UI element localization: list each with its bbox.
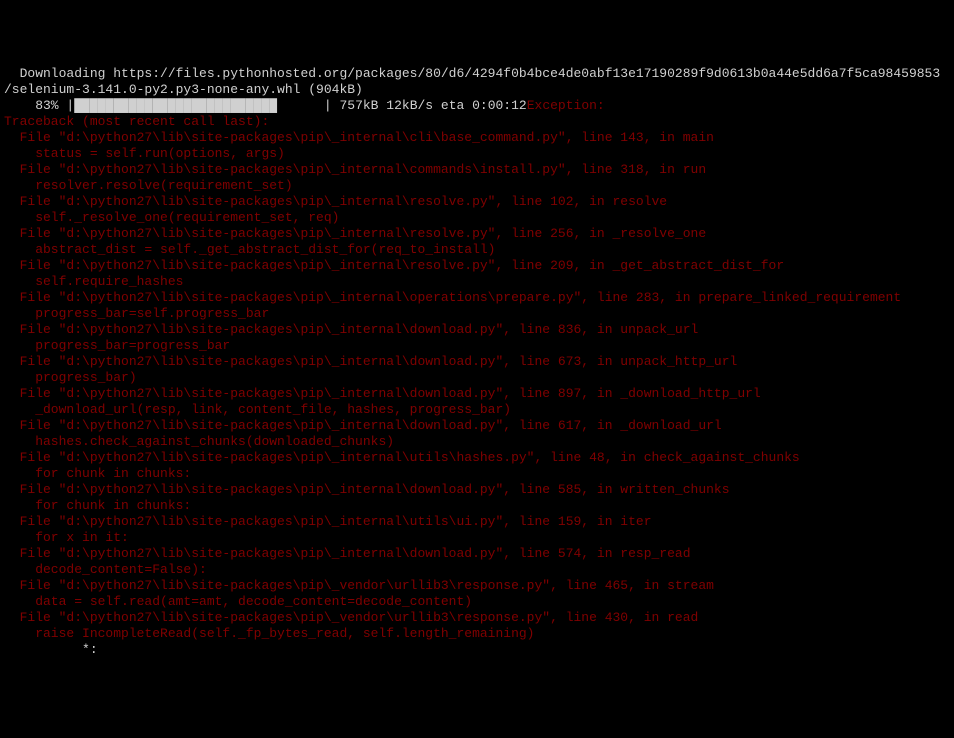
frame-file: File "d:\python27\lib\site-packages\pip\… (4, 514, 652, 529)
frame-file: File "d:\python27\lib\site-packages\pip\… (4, 418, 722, 433)
traceback-frame-code-10: for chunk in chunks: (4, 466, 950, 482)
progress-filled: |██████████████████████████ (66, 98, 277, 113)
traceback-frame-file-11: File "d:\python27\lib\site-packages\pip\… (4, 482, 950, 498)
frame-code: self._resolve_one(requirement_set, req) (4, 210, 339, 225)
traceback-frame-file-13: File "d:\python27\lib\site-packages\pip\… (4, 546, 950, 562)
frame-file: File "d:\python27\lib\site-packages\pip\… (4, 258, 784, 273)
progress-line: 83% |██████████████████████████ | 757kB … (4, 98, 950, 114)
cursor: *: (4, 642, 98, 657)
frame-code: decode_content=False): (4, 562, 207, 577)
traceback-frame-file-9: File "d:\python27\lib\site-packages\pip\… (4, 418, 950, 434)
traceback-frame-code-14: data = self.read(amt=amt, decode_content… (4, 594, 950, 610)
frame-file: File "d:\python27\lib\site-packages\pip\… (4, 386, 761, 401)
traceback-header-text: Traceback (most recent call last): (4, 114, 269, 129)
traceback-frame-file-7: File "d:\python27\lib\site-packages\pip\… (4, 354, 950, 370)
frame-code: hashes.check_against_chunks(downloaded_c… (4, 434, 394, 449)
traceback-frame-code-11: for chunk in chunks: (4, 498, 950, 514)
frame-code: _download_url(resp, link, content_file, … (4, 402, 511, 417)
traceback-frame-code-8: _download_url(resp, link, content_file, … (4, 402, 950, 418)
traceback-frame-code-6: progress_bar=progress_bar (4, 338, 950, 354)
frame-file: File "d:\python27\lib\site-packages\pip\… (4, 546, 691, 561)
traceback-frame-file-12: File "d:\python27\lib\site-packages\pip\… (4, 514, 950, 530)
traceback-frame-file-8: File "d:\python27\lib\site-packages\pip\… (4, 386, 950, 402)
traceback-frame-code-9: hashes.check_against_chunks(downloaded_c… (4, 434, 950, 450)
frame-file: File "d:\python27\lib\site-packages\pip\… (4, 130, 714, 145)
frame-file: File "d:\python27\lib\site-packages\pip\… (4, 162, 706, 177)
frame-code: resolver.resolve(requirement_set) (4, 178, 293, 193)
traceback-frame-file-1: File "d:\python27\lib\site-packages\pip\… (4, 162, 950, 178)
frame-file: File "d:\python27\lib\site-packages\pip\… (4, 610, 698, 625)
frame-file: File "d:\python27\lib\site-packages\pip\… (4, 322, 698, 337)
download-url: Downloading https://files.pythonhosted.o… (4, 66, 940, 81)
traceback-frame-file-14: File "d:\python27\lib\site-packages\pip\… (4, 578, 950, 594)
traceback-frame-code-3: abstract_dist = self._get_abstract_dist_… (4, 242, 950, 258)
exception-label: Exception: (527, 98, 605, 113)
traceback-header: Traceback (most recent call last): (4, 114, 950, 130)
frame-code: abstract_dist = self._get_abstract_dist_… (4, 242, 495, 257)
traceback-frame-code-4: self.require_hashes (4, 274, 950, 290)
traceback-frame-file-10: File "d:\python27\lib\site-packages\pip\… (4, 450, 950, 466)
traceback-frame-file-6: File "d:\python27\lib\site-packages\pip\… (4, 322, 950, 338)
frame-file: File "d:\python27\lib\site-packages\pip\… (4, 482, 730, 497)
traceback-frame-code-7: progress_bar) (4, 370, 950, 386)
traceback-frame-code-5: progress_bar=self.progress_bar (4, 306, 950, 322)
traceback-frame-file-3: File "d:\python27\lib\site-packages\pip\… (4, 226, 950, 242)
download-file: /selenium-3.141.0-py2.py3-none-any.whl (… (4, 82, 363, 97)
frame-code: status = self.run(options, args) (4, 146, 285, 161)
traceback-frame-code-15: raise IncompleteRead(self._fp_bytes_read… (4, 626, 950, 642)
traceback-frame-code-12: for x in it: (4, 530, 950, 546)
frame-code: for chunk in chunks: (4, 498, 191, 513)
frame-file: File "d:\python27\lib\site-packages\pip\… (4, 194, 667, 209)
terminal-output: Downloading https://files.pythonhosted.o… (4, 66, 950, 658)
download-line-1: Downloading https://files.pythonhosted.o… (4, 66, 950, 82)
cursor-line: *: (4, 642, 950, 658)
frame-code: self.require_hashes (4, 274, 183, 289)
traceback-frame-file-15: File "d:\python27\lib\site-packages\pip\… (4, 610, 950, 626)
traceback-frame-file-0: File "d:\python27\lib\site-packages\pip\… (4, 130, 950, 146)
traceback-frame-code-0: status = self.run(options, args) (4, 146, 950, 162)
traceback-frame-file-2: File "d:\python27\lib\site-packages\pip\… (4, 194, 950, 210)
frame-file: File "d:\python27\lib\site-packages\pip\… (4, 354, 737, 369)
frame-file: File "d:\python27\lib\site-packages\pip\… (4, 290, 901, 305)
traceback-frame-code-2: self._resolve_one(requirement_set, req) (4, 210, 950, 226)
traceback-frame-code-13: decode_content=False): (4, 562, 950, 578)
frame-code: for chunk in chunks: (4, 466, 191, 481)
progress-stats: | 757kB 12kB/s eta 0:00:12 (324, 98, 527, 113)
progress-empty (277, 98, 324, 113)
frame-file: File "d:\python27\lib\site-packages\pip\… (4, 226, 706, 241)
frame-code: raise IncompleteRead(self._fp_bytes_read… (4, 626, 535, 641)
frame-file: File "d:\python27\lib\site-packages\pip\… (4, 578, 714, 593)
frame-code: progress_bar) (4, 370, 137, 385)
download-line-2: /selenium-3.141.0-py2.py3-none-any.whl (… (4, 82, 950, 98)
frame-code: for x in it: (4, 530, 129, 545)
frame-code: data = self.read(amt=amt, decode_content… (4, 594, 472, 609)
traceback-frame-code-1: resolver.resolve(requirement_set) (4, 178, 950, 194)
traceback-frame-file-5: File "d:\python27\lib\site-packages\pip\… (4, 290, 950, 306)
frame-code: progress_bar=self.progress_bar (4, 306, 269, 321)
progress-percent: 83% (4, 98, 66, 113)
frame-code: progress_bar=progress_bar (4, 338, 230, 353)
traceback-frame-file-4: File "d:\python27\lib\site-packages\pip\… (4, 258, 950, 274)
frame-file: File "d:\python27\lib\site-packages\pip\… (4, 450, 800, 465)
